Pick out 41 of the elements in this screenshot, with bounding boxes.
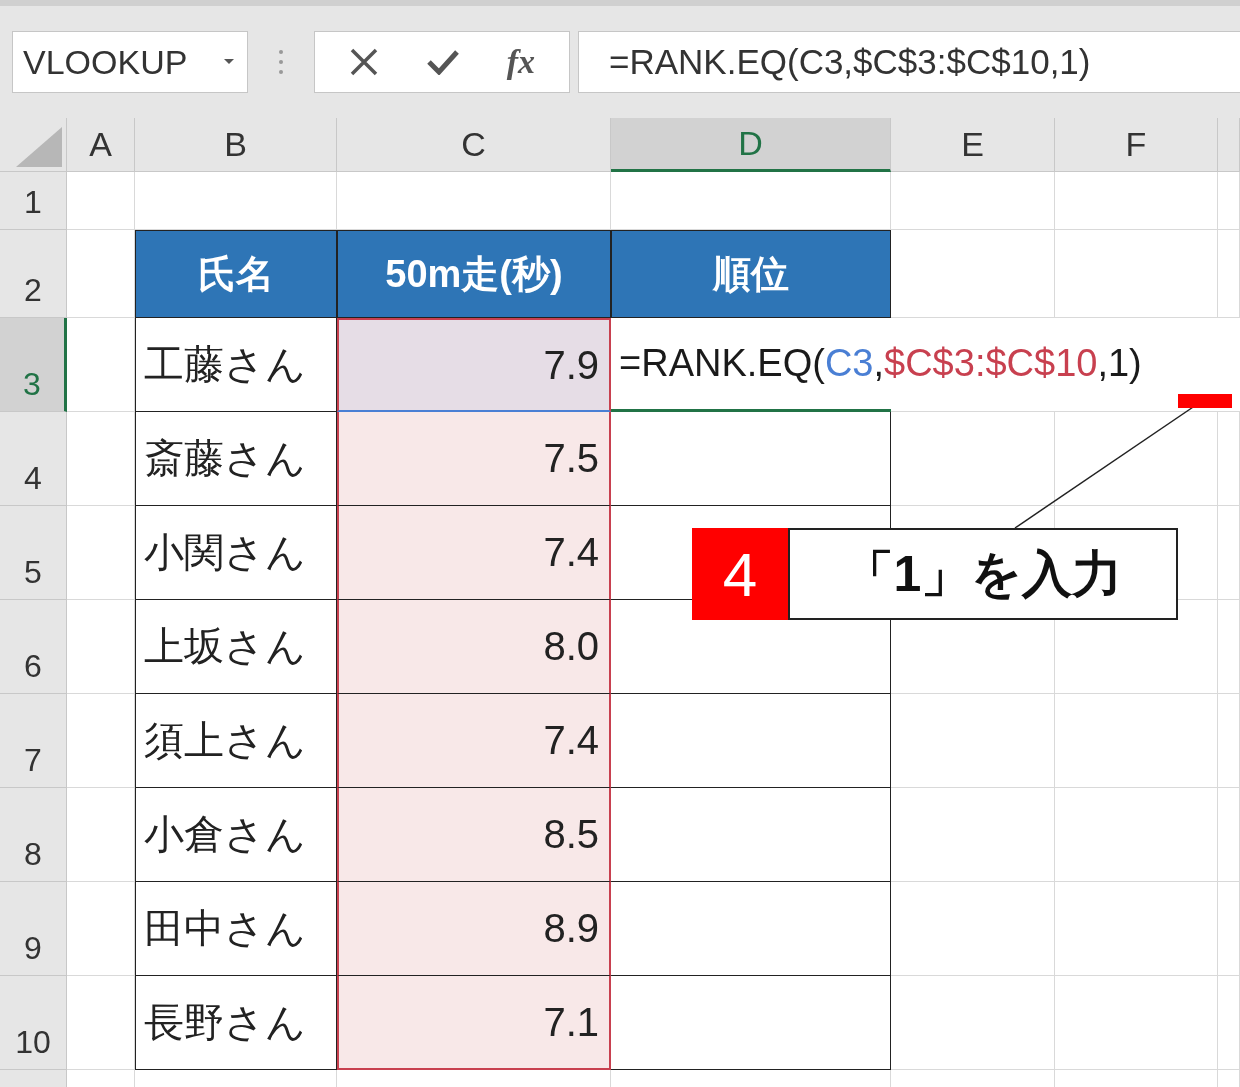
table-cell: 8.0 — [337, 600, 611, 694]
row-header[interactable]: 2 — [0, 230, 67, 318]
column-header[interactable]: F — [1055, 118, 1218, 172]
name-box[interactable]: VLOOKUP — [12, 31, 248, 93]
table-cell: 8.9 — [337, 882, 611, 976]
table-cell: 7.4 — [337, 506, 611, 600]
cancel-icon[interactable] — [348, 47, 379, 77]
row-header[interactable]: 10 — [0, 976, 67, 1070]
cell-formula[interactable]: =RANK.EQ(C3,$C$3:$C$10,1) — [611, 342, 1142, 385]
column-header[interactable] — [1218, 118, 1240, 172]
table-header: 氏名 — [135, 230, 337, 318]
column-header[interactable]: D — [611, 118, 891, 172]
table-header: 順位 — [611, 230, 891, 318]
drag-handle-icon — [278, 49, 284, 75]
caret-icon — [223, 58, 235, 66]
column-header[interactable]: A — [67, 118, 135, 172]
row-header[interactable]: 9 — [0, 882, 67, 976]
table-cell: 7.4 — [337, 694, 611, 788]
row-header[interactable]: 1 — [0, 172, 67, 230]
row-header[interactable] — [0, 1070, 67, 1087]
row-header[interactable]: 8 — [0, 788, 67, 882]
formula-field[interactable]: =RANK.EQ(C3,$C$3:$C$10,1) — [578, 31, 1240, 93]
table-cell: 7.9 — [337, 318, 611, 412]
table-cell: 8.5 — [337, 788, 611, 882]
column-header[interactable]: C — [337, 118, 611, 172]
highlight-mark — [1178, 394, 1232, 408]
row-header[interactable]: 3 — [0, 318, 67, 412]
row-header[interactable]: 4 — [0, 412, 67, 506]
checkmark-icon[interactable] — [426, 49, 459, 75]
column-header[interactable]: E — [891, 118, 1055, 172]
row-header[interactable]: 7 — [0, 694, 67, 788]
table-cell: 7.5 — [337, 412, 611, 506]
row-header[interactable]: 5 — [0, 506, 67, 600]
callout-label: 「1」を入力 — [788, 528, 1178, 620]
row-header[interactable]: 6 — [0, 600, 67, 694]
step-number: 4 — [692, 528, 788, 620]
table-cell: 7.1 — [337, 976, 611, 1070]
column-header[interactable]: B — [135, 118, 337, 172]
table-header: 50m走(秒) — [337, 230, 611, 318]
insert-function-button[interactable]: fx — [506, 43, 536, 81]
select-all-icon[interactable] — [16, 127, 62, 167]
